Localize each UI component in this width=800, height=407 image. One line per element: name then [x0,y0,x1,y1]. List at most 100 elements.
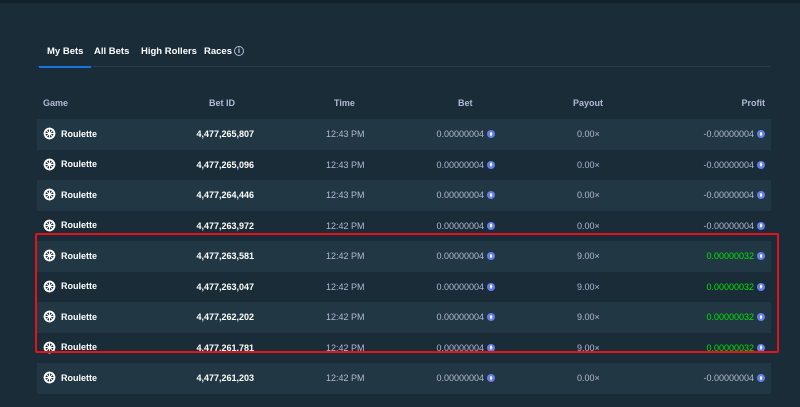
table-row[interactable]: Roulette 4,477,263,972 12:42 PM 0.00000004 0… [37,210,771,241]
info-icon[interactable]: i [234,46,244,56]
game-name[interactable]: Roulette [61,220,97,230]
roulette-wheel-icon [43,280,56,292]
column-header-profit: Profit [741,98,766,108]
bet-id[interactable]: 4,477,265,096 [196,160,254,170]
game-cell[interactable]: Roulette [43,341,97,354]
payout-multiplier: 9.00× [577,342,600,353]
table-row[interactable]: Roulette 4,477,265,807 12:43 PM 0.00000004 0… [37,119,771,150]
profit-cell: -0.00000004 [703,373,765,383]
profit-amount: 0.00000032 [706,342,754,353]
bet-amount-cell: 0.00000004 [436,251,495,261]
bet-amount-cell: 0.00000004 [436,343,495,353]
game-cell[interactable]: Roulette [43,249,97,262]
profit-amount: -0.00000004 [703,129,754,139]
ethereum-coin-icon [487,313,495,321]
bet-amount-cell: 0.00000004 [436,129,495,139]
bet-time: 12:42 PM [326,281,365,292]
roulette-wheel-icon [43,219,56,231]
table-row[interactable]: Roulette 4,477,264,446 12:43 PM 0.00000004 0… [37,180,771,211]
payout-multiplier: 0.00× [577,129,600,139]
ethereum-coin-icon [757,221,765,230]
tab-all-bets[interactable]: All Bets [94,46,129,57]
profit-cell: 0.00000032 [706,312,765,322]
profit-cell: -0.00000004 [703,221,765,231]
payout-multiplier: 9.00× [577,251,600,261]
roulette-wheel-icon [43,158,56,170]
game-cell[interactable]: Roulette [43,280,97,293]
payout-multiplier: 9.00× [577,312,600,322]
bet-id[interactable]: 4,477,261,781 [196,343,254,353]
game-cell[interactable]: Roulette [43,158,97,171]
roulette-wheel-icon [43,249,56,262]
ethereum-coin-icon [487,191,495,199]
ethereum-coin-icon [757,282,765,291]
ethereum-coin-icon [757,343,765,352]
game-cell[interactable]: Roulette [43,219,97,232]
bet-id[interactable]: 4,477,263,581 [196,251,254,261]
payout-multiplier: 0.00× [577,190,600,200]
bet-amount-cell: 0.00000004 [436,190,495,200]
ethereum-coin-icon [487,221,495,230]
bet-id[interactable]: 4,477,263,972 [196,221,254,231]
roulette-wheel-icon [43,188,56,201]
column-header-bet: Bet [458,98,473,108]
game-name[interactable]: Roulette [61,251,97,261]
bet-amount-cell: 0.00000004 [436,160,495,170]
bet-id[interactable]: 4,477,261,203 [196,373,254,383]
bet-amount-cell: 0.00000004 [436,282,495,292]
game-cell[interactable]: Roulette [43,127,97,140]
bet-id[interactable]: 4,477,265,807 [196,129,254,139]
table-row[interactable]: Roulette 4,477,262,202 12:42 PM 0.00000004 9… [37,302,771,333]
bet-time: 12:42 PM [326,312,365,322]
column-header-payout: Payout [573,98,604,108]
ethereum-coin-icon [757,191,765,199]
bet-amount: 0.00000004 [436,159,484,170]
game-cell[interactable]: Roulette [43,188,97,201]
table-row[interactable]: Roulette 4,477,263,047 12:42 PM 0.00000004 9… [37,271,771,302]
bet-amount: 0.00000004 [436,342,484,353]
game-name[interactable]: Roulette [61,312,97,322]
bet-time: 12:42 PM [326,373,365,383]
tab-races[interactable]: Races [204,46,232,57]
tab-high-rollers[interactable]: High Rollers [141,46,197,57]
ethereum-coin-icon [757,160,765,169]
table-row[interactable]: Roulette 4,477,265,096 12:43 PM 0.00000004 0… [37,149,771,180]
game-name[interactable]: Roulette [61,342,97,352]
game-name[interactable]: Roulette [61,281,97,291]
bet-id[interactable]: 4,477,263,047 [196,282,254,292]
game-name[interactable]: Roulette [61,373,97,383]
bet-time: 12:42 PM [326,220,365,231]
game-name[interactable]: Roulette [61,190,97,200]
profit-amount: 0.00000032 [706,312,754,322]
bet-id[interactable]: 4,477,262,202 [196,312,254,322]
bet-amount: 0.00000004 [436,190,484,200]
top-bar [0,0,800,3]
game-name[interactable]: Roulette [61,129,97,139]
profit-amount: -0.00000004 [703,159,754,170]
table-row[interactable]: Roulette 4,477,263,581 12:42 PM 0.00000004 9… [37,241,771,272]
bet-amount: 0.00000004 [436,220,484,231]
table-row[interactable]: Roulette 4,477,261,781 12:42 PM 0.00000004 9… [37,332,771,363]
bets-tabs: My Bets All Bets High Rollers Races i [37,32,771,68]
bet-id[interactable]: 4,477,264,446 [196,190,254,200]
bet-amount-cell: 0.00000004 [436,221,495,231]
bet-amount: 0.00000004 [436,251,484,261]
roulette-wheel-icon [43,371,56,384]
profit-cell: 0.00000032 [706,282,765,292]
column-header-time: Time [334,98,355,108]
ethereum-coin-icon [757,374,765,382]
tab-my-bets[interactable]: My Bets [38,46,92,68]
profit-amount: 0.00000032 [706,251,754,261]
profit-cell: 0.00000032 [706,251,765,261]
game-name[interactable]: Roulette [61,159,97,169]
ethereum-coin-icon [757,313,765,321]
bet-time: 12:42 PM [326,342,365,353]
table-row[interactable]: Roulette 4,477,261,203 12:42 PM 0.00000004 0… [37,363,771,394]
ethereum-coin-icon [487,374,495,382]
bets-panel: My Bets All Bets High Rollers Races i Ga… [37,32,771,407]
table-header: Game Bet ID Time Bet Payout Profit [37,91,771,119]
game-cell[interactable]: Roulette [43,371,97,384]
game-cell[interactable]: Roulette [43,310,97,323]
ethereum-coin-icon [487,130,495,138]
ethereum-coin-icon [757,130,765,138]
